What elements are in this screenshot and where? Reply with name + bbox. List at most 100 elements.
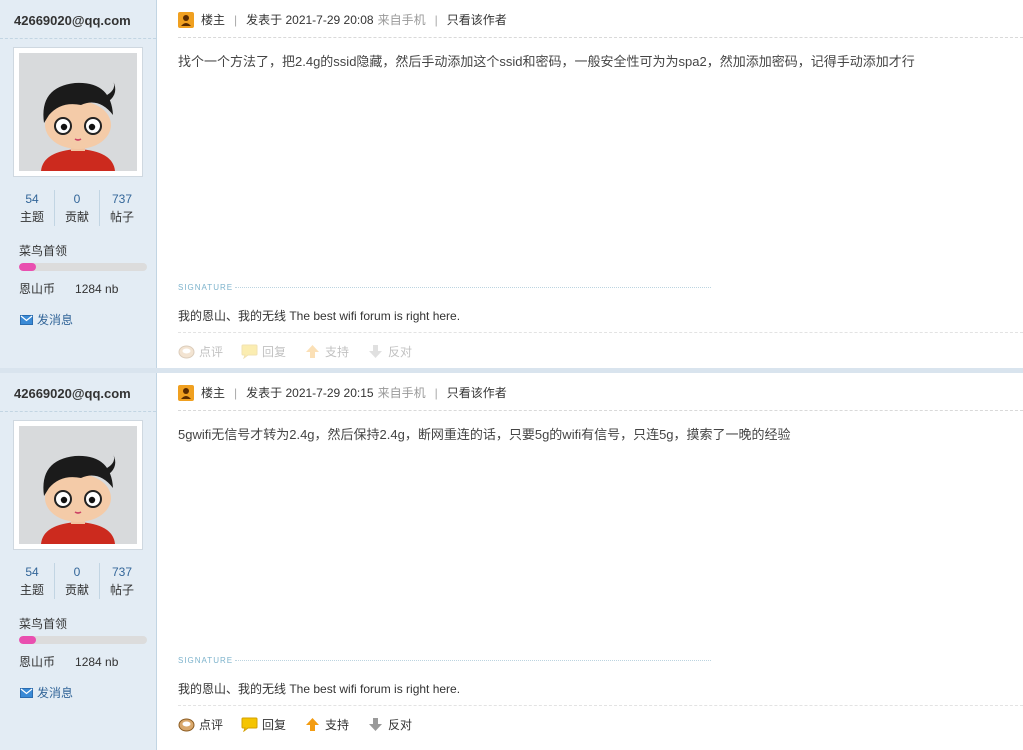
divider bbox=[178, 332, 1023, 333]
stat-value: 54 bbox=[25, 192, 39, 206]
oppose-label: 反对 bbox=[388, 718, 413, 732]
support-label: 支持 bbox=[325, 345, 350, 359]
thumbs-up-arrow-icon bbox=[306, 345, 320, 358]
support-label: 支持 bbox=[325, 718, 350, 732]
coin-label: 恩山币 bbox=[19, 655, 56, 669]
divider bbox=[178, 410, 1023, 411]
divider bbox=[178, 37, 1023, 38]
stat-label: 主题 bbox=[19, 210, 44, 224]
signature-text: 我的恩山、我的无线 The best wifi forum is right h… bbox=[178, 682, 461, 696]
envelope-icon bbox=[20, 314, 33, 325]
divider bbox=[0, 411, 156, 412]
stat-value: 737 bbox=[111, 192, 133, 206]
floor-owner-label: 楼主 bbox=[201, 13, 226, 27]
stat-contribution[interactable]: 0 贡献 bbox=[55, 563, 100, 599]
comment-label: 点评 bbox=[199, 345, 224, 359]
post-actions: 点评 回复 支持 反对 bbox=[178, 343, 430, 360]
thumbs-up-arrow-icon bbox=[306, 718, 320, 731]
floor-owner-icon bbox=[178, 11, 194, 28]
stat-value: 0 bbox=[73, 192, 81, 206]
post-time: 发表于 2021-7-29 20:08 bbox=[246, 13, 374, 27]
rank-progress-bar bbox=[19, 263, 147, 271]
send-message-label: 发消息 bbox=[37, 686, 74, 700]
stat-posts[interactable]: 737 帖子 bbox=[100, 190, 144, 226]
reply-button[interactable]: 回复 bbox=[241, 343, 286, 360]
floor-owner-icon bbox=[178, 384, 194, 401]
stat-topics[interactable]: 54 主题 bbox=[10, 190, 55, 226]
author-sidebar: 42669020@qq.com 54 主题 0 贡献 737 帖子 菜鸟首领 恩… bbox=[0, 0, 157, 368]
user-rank[interactable]: 菜鸟首领 bbox=[19, 242, 67, 259]
cartoon-avatar-icon bbox=[19, 426, 137, 544]
stat-contribution[interactable]: 0 贡献 bbox=[55, 190, 100, 226]
post-content: 找个一个方法了，把2.4g的ssid隐藏，然后手动添加这个ssid和密码，一般安… bbox=[178, 54, 915, 69]
author-name[interactable]: 42669020@qq.com bbox=[14, 13, 131, 28]
stat-label: 贡献 bbox=[64, 210, 89, 224]
stat-label: 帖子 bbox=[109, 210, 134, 224]
author-only-link[interactable]: 只看该作者 bbox=[447, 11, 507, 28]
reply-icon bbox=[241, 717, 258, 732]
coin-info: 恩山币 1284 nb bbox=[19, 280, 118, 297]
support-button[interactable]: 支持 bbox=[304, 343, 349, 360]
author-name[interactable]: 42669020@qq.com bbox=[14, 386, 131, 401]
stat-label: 主题 bbox=[19, 583, 44, 597]
post-main: 楼主 | 发表于 2021-7-29 20:15 来自手机 | 只看该作者 5g… bbox=[158, 373, 1023, 750]
comment-button[interactable]: 点评 bbox=[178, 343, 223, 360]
reply-icon bbox=[241, 344, 258, 359]
stat-value: 54 bbox=[25, 565, 39, 579]
coin-value: 1284 nb bbox=[75, 655, 119, 669]
coin-label: 恩山币 bbox=[19, 282, 56, 296]
avatar[interactable] bbox=[13, 420, 143, 550]
post-header: 楼主 | 发表于 2021-7-29 20:15 来自手机 | 只看该作者 bbox=[178, 384, 507, 401]
coin-info: 恩山币 1284 nb bbox=[19, 653, 118, 670]
author-sidebar: 42669020@qq.com 54 主题 0 贡献 737 帖子 菜鸟首领 恩… bbox=[0, 373, 157, 750]
user-rank[interactable]: 菜鸟首领 bbox=[19, 615, 67, 632]
floor-owner-label: 楼主 bbox=[201, 386, 226, 400]
comment-label: 点评 bbox=[199, 718, 224, 732]
forum-post: 42669020@qq.com 54 主题 0 贡献 737 帖子 菜鸟首领 恩… bbox=[0, 373, 1023, 750]
separator: | bbox=[434, 385, 438, 400]
post-source: 来自手机 bbox=[377, 13, 426, 27]
envelope-icon bbox=[20, 687, 33, 698]
author-stats: 54 主题 0 贡献 737 帖子 bbox=[10, 563, 144, 599]
stat-value: 737 bbox=[111, 565, 133, 579]
stat-label: 贡献 bbox=[64, 583, 89, 597]
oppose-button[interactable]: 反对 bbox=[367, 343, 412, 360]
thumbs-down-arrow-icon bbox=[369, 718, 383, 731]
support-button[interactable]: 支持 bbox=[304, 716, 349, 733]
forum-post: 42669020@qq.com 54 主题 0 贡献 737 帖子 菜鸟首领 恩… bbox=[0, 0, 1023, 368]
comment-button[interactable]: 点评 bbox=[178, 716, 223, 733]
stat-topics[interactable]: 54 主题 bbox=[10, 563, 55, 599]
separator: | bbox=[234, 12, 238, 27]
send-message-label: 发消息 bbox=[37, 313, 74, 327]
author-stats: 54 主题 0 贡献 737 帖子 bbox=[10, 190, 144, 226]
send-message-button[interactable]: 发消息 bbox=[20, 311, 73, 328]
signature-label: SIGNATURE bbox=[178, 656, 712, 665]
stat-posts[interactable]: 737 帖子 bbox=[100, 563, 144, 599]
post-actions: 点评 回复 支持 反对 bbox=[178, 716, 430, 733]
separator: | bbox=[234, 385, 238, 400]
post-time: 发表于 2021-7-29 20:15 bbox=[246, 386, 374, 400]
rank-progress-fill bbox=[19, 636, 36, 644]
cartoon-avatar-icon bbox=[19, 53, 137, 171]
signature-divider bbox=[235, 287, 712, 288]
rank-progress-fill bbox=[19, 263, 36, 271]
stat-value: 0 bbox=[73, 565, 81, 579]
signature-label-text: SIGNATURE bbox=[178, 283, 234, 292]
signature-text: 我的恩山、我的无线 The best wifi forum is right h… bbox=[178, 309, 461, 323]
thumbs-down-arrow-icon bbox=[369, 345, 383, 358]
coin-value: 1284 nb bbox=[75, 282, 119, 296]
signature-divider bbox=[235, 660, 712, 661]
post-source: 来自手机 bbox=[377, 386, 426, 400]
post-main: 楼主 | 发表于 2021-7-29 20:08 来自手机 | 只看该作者 找个… bbox=[158, 0, 1023, 368]
reply-label: 回复 bbox=[262, 345, 287, 359]
author-only-link[interactable]: 只看该作者 bbox=[447, 384, 507, 401]
oppose-label: 反对 bbox=[388, 345, 413, 359]
post-header: 楼主 | 发表于 2021-7-29 20:08 来自手机 | 只看该作者 bbox=[178, 11, 507, 28]
avatar[interactable] bbox=[13, 47, 143, 177]
comment-icon bbox=[178, 718, 195, 732]
oppose-button[interactable]: 反对 bbox=[367, 716, 412, 733]
separator: | bbox=[434, 12, 438, 27]
signature-label-text: SIGNATURE bbox=[178, 656, 234, 665]
send-message-button[interactable]: 发消息 bbox=[20, 684, 73, 701]
reply-button[interactable]: 回复 bbox=[241, 716, 286, 733]
